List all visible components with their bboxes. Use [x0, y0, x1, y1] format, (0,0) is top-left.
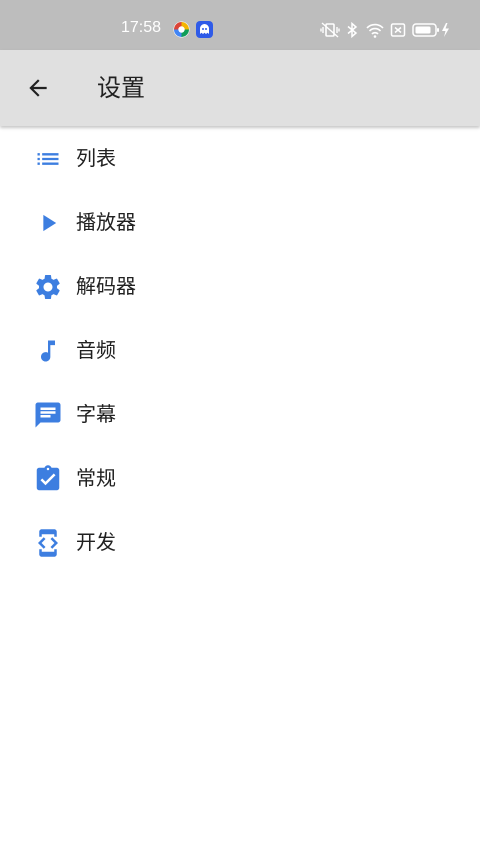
clipboard-check-icon [33, 464, 63, 494]
menu-item-list[interactable]: 列表 [0, 126, 480, 190]
battery-charging-icon [412, 23, 449, 37]
vibrate-mute-icon [320, 22, 340, 38]
menu-item-label: 列表 [76, 146, 116, 170]
menu-item-general[interactable]: 常规 [0, 446, 480, 510]
status-time: 17:58 [121, 19, 162, 36]
menu-item-label: 解码器 [76, 274, 136, 298]
colorful-app-icon [173, 21, 190, 38]
menu-item-player[interactable]: 播放器 [0, 190, 480, 254]
menu-item-subtitles[interactable]: 字幕 [0, 382, 480, 446]
play-icon [33, 208, 63, 238]
wifi-icon [366, 23, 384, 38]
settings-menu: 列表 播放器 解码器 音频 字幕 常规 开发 [0, 126, 480, 574]
menu-item-audio[interactable]: 音频 [0, 318, 480, 382]
status-bar: 17:58 [0, 0, 480, 50]
app-toolbar: 设置 [0, 50, 480, 126]
gear-icon [33, 272, 63, 302]
menu-item-label: 开发 [76, 530, 116, 554]
bluetooth-icon [347, 22, 358, 38]
menu-item-label: 播放器 [76, 210, 136, 234]
menu-item-label: 音频 [76, 338, 116, 362]
menu-item-label: 字幕 [76, 402, 116, 426]
no-sim-icon [390, 23, 406, 37]
ghost-app-icon [196, 21, 213, 38]
menu-item-label: 常规 [76, 466, 116, 490]
back-button[interactable] [16, 66, 60, 110]
music-note-icon [33, 336, 63, 366]
developer-mode-icon [33, 528, 63, 558]
menu-item-decoder[interactable]: 解码器 [0, 254, 480, 318]
page-title: 设置 [97, 74, 145, 102]
arrow-back-icon [29, 79, 47, 97]
subtitle-icon [33, 400, 63, 430]
menu-item-developer[interactable]: 开发 [0, 510, 480, 574]
list-icon [33, 144, 63, 174]
